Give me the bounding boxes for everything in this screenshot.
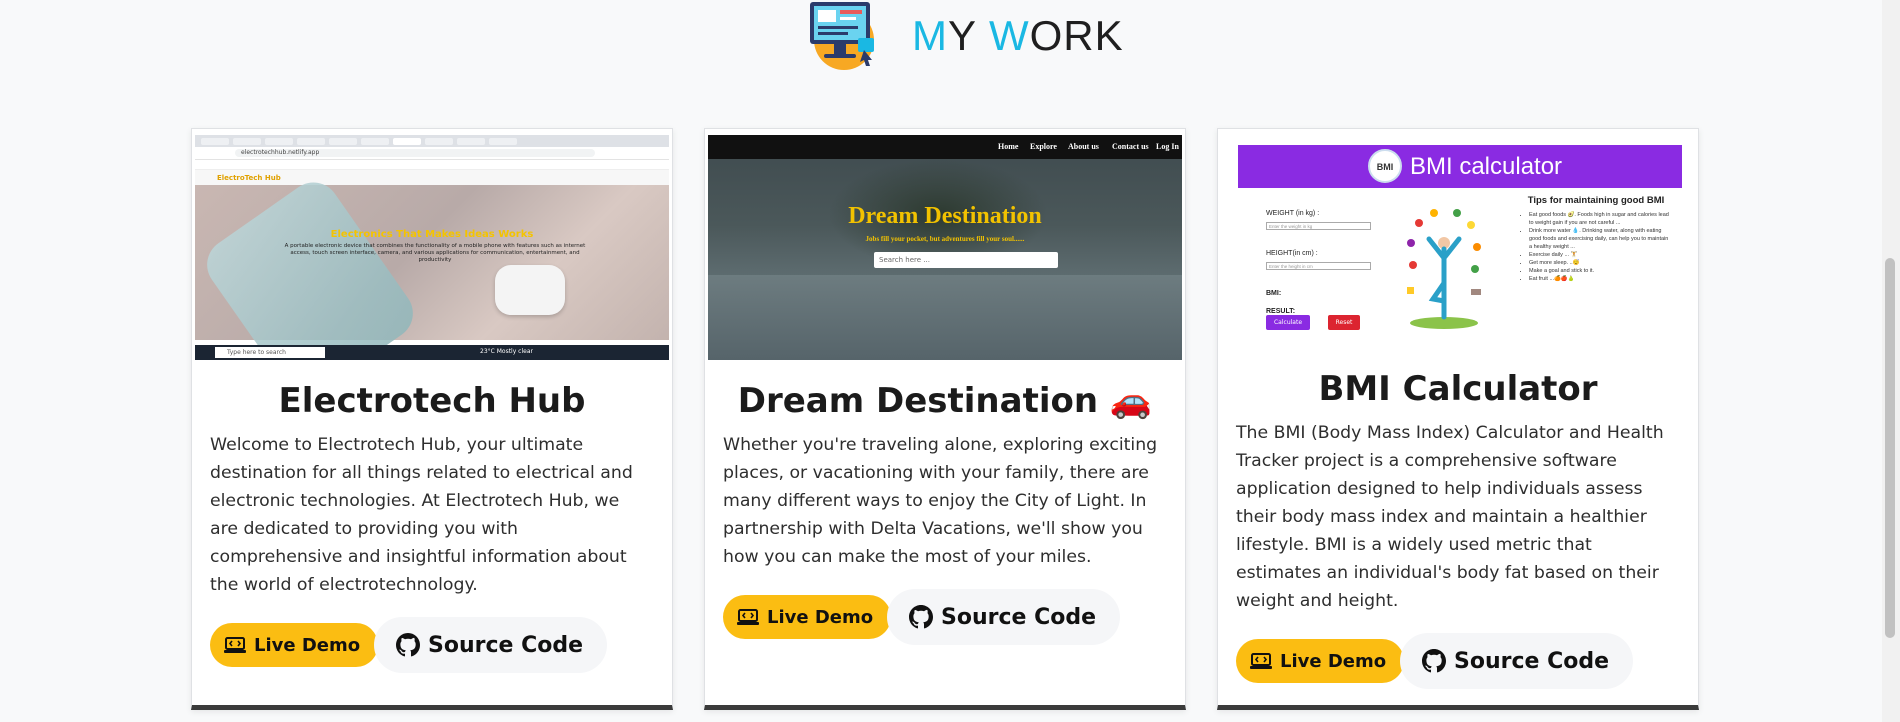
nav-login: Log In	[1156, 142, 1179, 151]
bookmarks-bar	[195, 160, 669, 170]
os-taskbar: Type here to search 23°C Mostly clear	[195, 345, 669, 360]
tip-item: Eat fruit ...🍊🍎🍐	[1529, 275, 1671, 283]
taskbar-search: Type here to search	[215, 347, 325, 358]
gauge-label: BMI	[1376, 162, 1394, 172]
project-description: Welcome to Electrotech Hub, your ultimat…	[210, 435, 633, 595]
tip-item: Exercise daily ... 🏋	[1529, 251, 1671, 259]
taskbar-weather: 23°C Mostly clear	[480, 348, 533, 355]
bmi-tips: Tips for maintaining good BMI Eat good f…	[1521, 195, 1671, 283]
title-text-y: Y	[948, 12, 989, 59]
nav-contact: Contact us	[1112, 142, 1149, 151]
bmi-app-header: BMI BMI calculator	[1238, 145, 1682, 188]
project-screenshot-electrotech[interactable]: electrotechhub.netlify.app ElectroTech H…	[195, 135, 669, 360]
tip-item: Make a goal and stick to it.	[1529, 267, 1671, 275]
live-demo-label: Live Demo	[1280, 650, 1387, 672]
source-code-label: Source Code	[428, 632, 584, 658]
project-card-dream-destination: Home Explore About us Contact us Log In …	[704, 128, 1186, 710]
weight-label: WEIGHT (in kg) :	[1266, 210, 1320, 217]
section-title: MY WORK	[912, 12, 1124, 60]
project-card-electrotech: electrotechhub.netlify.app ElectroTech H…	[191, 128, 673, 710]
height-input: Enter the height in cm	[1266, 262, 1371, 270]
project-screenshot-dream-destination[interactable]: Home Explore About us Contact us Log In …	[708, 135, 1182, 360]
live-demo-button[interactable]: Live Demo	[723, 595, 892, 639]
nav-about: About us	[1068, 142, 1099, 151]
title-accent-m: M	[912, 12, 948, 59]
source-code-button[interactable]: Source Code	[374, 617, 608, 673]
computer-monitor-icon	[806, 0, 882, 72]
tip-item: Drink more water 💧. Drinking water, alon…	[1529, 227, 1671, 251]
hero-subtitle: Jobs fill your pocket, but adventures fi…	[865, 235, 1025, 243]
hero-title: Dream Destination	[848, 203, 1042, 229]
source-code-label: Source Code	[1454, 648, 1610, 674]
gauge-icon: BMI	[1368, 149, 1402, 183]
project-title: Dream Destination 🚗	[705, 381, 1185, 421]
yoga-illustration	[1399, 203, 1489, 333]
project-title-text: Electrotech Hub	[278, 381, 586, 421]
live-demo-label: Live Demo	[767, 606, 874, 628]
reset-button: Reset	[1328, 315, 1360, 330]
source-code-button[interactable]: Source Code	[1400, 633, 1634, 689]
sea-image	[708, 275, 1182, 360]
tip-item: Eat good foods 🥑. Foods high in sugar an…	[1529, 211, 1671, 227]
tips-title: Tips for maintaining good BMI	[1527, 195, 1665, 206]
car-icon: 🚗	[1109, 381, 1153, 421]
bmi-label: BMI:	[1266, 290, 1282, 297]
section-header: MY WORK	[806, 0, 1124, 72]
title-accent-w: W	[988, 12, 1030, 59]
hero-title: Electronics That Makes Ideas Works	[330, 229, 534, 240]
browser-urlbar: electrotechhub.netlify.app	[195, 147, 669, 160]
github-icon	[1422, 649, 1446, 673]
live-demo-button[interactable]: Live Demo	[210, 623, 379, 667]
tips-list: Eat good foods 🥑. Foods high in sugar an…	[1521, 211, 1671, 283]
result-label: RESULT:	[1266, 308, 1296, 315]
project-title: Electrotech Hub	[192, 381, 672, 421]
earbuds-image	[495, 265, 565, 315]
portfolio-page: MY WORK electrotechhub.netlify.app Elect…	[0, 0, 1900, 722]
url-text: electrotechhub.netlify.app	[235, 149, 595, 157]
nav-explore: Explore	[1030, 142, 1057, 151]
project-title-text: BMI Calculator	[1318, 369, 1598, 409]
project-screenshot-bmi[interactable]: BMI BMI calculator WEIGHT (in kg) : Ente…	[1221, 135, 1695, 350]
github-icon	[396, 633, 420, 657]
bmi-app-title: BMI calculator	[1410, 153, 1563, 180]
site-navbar: Home Explore About us Contact us Log In	[708, 135, 1182, 159]
browser-tabbar	[195, 135, 669, 147]
source-code-button[interactable]: Source Code	[887, 589, 1121, 645]
live-demo-label: Live Demo	[254, 634, 361, 656]
site-navbar: ElectroTech Hub	[195, 170, 669, 186]
height-label: HEIGHT(in cm) :	[1266, 250, 1318, 257]
page-scrollbar[interactable]	[1882, 0, 1900, 722]
project-card-bmi-calculator: BMI BMI calculator WEIGHT (in kg) : Ente…	[1217, 128, 1699, 710]
source-code-label: Source Code	[941, 604, 1097, 630]
laptop-code-icon	[224, 636, 246, 654]
project-title: BMI Calculator	[1218, 369, 1698, 409]
weight-input: Enter the weight in kg	[1266, 222, 1371, 230]
scrollbar-thumb[interactable]	[1885, 258, 1895, 638]
title-text-ork: ORK	[1029, 12, 1124, 59]
tip-item: Get more sleep. ..😴	[1529, 259, 1671, 267]
phone-image	[196, 172, 424, 360]
laptop-code-icon	[1250, 652, 1272, 670]
site-brand: ElectroTech Hub	[217, 174, 281, 182]
hero-search: Search here ...	[874, 252, 1058, 268]
hero-text: A portable electronic device that combin…	[284, 243, 586, 263]
project-title-text: Dream Destination	[737, 381, 1099, 421]
nav-home: Home	[998, 142, 1019, 151]
laptop-code-icon	[737, 608, 759, 626]
live-demo-button[interactable]: Live Demo	[1236, 639, 1405, 683]
site-hero: Electronics That Makes Ideas Works A por…	[195, 172, 669, 360]
calculate-button: Calculate	[1266, 315, 1310, 330]
project-description: Whether you're traveling alone, explorin…	[723, 435, 1158, 567]
project-description: The BMI (Body Mass Index) Calculator and…	[1236, 423, 1664, 611]
github-icon	[909, 605, 933, 629]
